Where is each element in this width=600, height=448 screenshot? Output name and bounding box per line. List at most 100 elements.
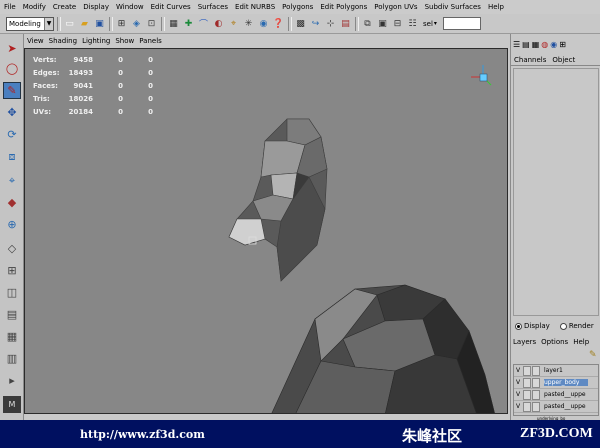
menu-edit-polygons[interactable]: Edit Polygons bbox=[320, 3, 367, 11]
layer-type-toggle[interactable] bbox=[523, 389, 531, 400]
toggle-outliner-icon[interactable]: ◉ bbox=[550, 40, 557, 49]
select-object-icon[interactable]: ◈ bbox=[130, 17, 143, 31]
render-radio[interactable]: Render bbox=[559, 322, 594, 330]
snap-plane-icon[interactable]: ▤ bbox=[339, 17, 352, 31]
history-icon[interactable]: ⧉ bbox=[361, 17, 374, 31]
view-axis-icon[interactable] bbox=[471, 65, 492, 86]
layer-visibility-toggle[interactable]: V bbox=[514, 379, 522, 386]
mask-handles-icon[interactable]: ▦ bbox=[167, 17, 180, 31]
snap-grid-icon[interactable]: ▩ bbox=[294, 17, 307, 31]
mask-dynamics-icon[interactable]: ✳ bbox=[242, 17, 255, 31]
menu-polygon-uvs[interactable]: Polygon UVs bbox=[374, 3, 417, 11]
layer-menu-help[interactable]: Help bbox=[573, 338, 589, 346]
menu-polygons[interactable]: Polygons bbox=[282, 3, 313, 11]
body-mesh[interactable] bbox=[271, 284, 495, 414]
layer-row[interactable]: V upper_body bbox=[514, 377, 598, 389]
mask-surfaces-icon[interactable]: ◐ bbox=[212, 17, 225, 31]
layer-color-swatch[interactable] bbox=[532, 377, 540, 388]
layer-row[interactable]: V pasted__uppe bbox=[514, 401, 598, 413]
render-radio-label: Render bbox=[568, 322, 594, 330]
toggle-attr-editor-icon[interactable]: ☰ bbox=[513, 40, 520, 49]
layer-row[interactable]: V pasted__uppe bbox=[514, 389, 598, 401]
layer-visibility-toggle[interactable]: V bbox=[514, 367, 522, 374]
menu-display[interactable]: Display bbox=[83, 3, 109, 11]
mask-joints-icon[interactable]: ✚ bbox=[182, 17, 195, 31]
menu-file[interactable]: File bbox=[4, 3, 16, 11]
render-frame-icon[interactable]: ▣ bbox=[376, 17, 389, 31]
layer-color-swatch[interactable] bbox=[532, 389, 540, 400]
radio-off-icon bbox=[559, 322, 567, 330]
ipr-render-icon[interactable]: ⊟ bbox=[391, 17, 404, 31]
viewport-menu-show[interactable]: Show bbox=[115, 37, 134, 45]
chevron-down-icon[interactable]: ▾ bbox=[434, 20, 437, 27]
menu-edit-nurbs[interactable]: Edit NURBS bbox=[235, 3, 275, 11]
channel-box[interactable] bbox=[513, 68, 599, 316]
move-tool-icon[interactable]: ✥ bbox=[3, 104, 21, 121]
snap-curve-icon[interactable]: ↪ bbox=[309, 17, 322, 31]
quick-selection-input[interactable] bbox=[442, 17, 481, 30]
viewport-menu-view[interactable]: View bbox=[27, 37, 44, 45]
menu-edit-curves[interactable]: Edit Curves bbox=[151, 3, 191, 11]
viewport-menu-lighting[interactable]: Lighting bbox=[82, 37, 110, 45]
layer-color-swatch[interactable] bbox=[532, 365, 540, 376]
select-component-icon[interactable]: ⊡ bbox=[145, 17, 158, 31]
scene-geometry bbox=[228, 65, 495, 414]
layout-split-icon[interactable]: ◫ bbox=[3, 284, 21, 301]
layout-persp-graph-icon[interactable]: ▤ bbox=[3, 306, 21, 323]
paint-select-tool-icon[interactable]: ✎ bbox=[3, 82, 21, 99]
toggle-layer-editor-icon[interactable]: ◍ bbox=[541, 40, 548, 49]
menu-create[interactable]: Create bbox=[53, 3, 76, 11]
layout-custom-icon[interactable]: ▸ bbox=[3, 372, 21, 389]
layer-row[interactable]: V layer1 bbox=[514, 365, 598, 377]
mode-dropdown[interactable]: Modeling ▼ bbox=[6, 16, 54, 31]
maya-logo-icon: M bbox=[3, 396, 21, 413]
save-scene-icon[interactable]: ▣ bbox=[93, 17, 106, 31]
select-tool-icon[interactable]: ➤ bbox=[3, 40, 21, 57]
layout-single-icon[interactable]: ◇ bbox=[3, 240, 21, 257]
open-scene-icon[interactable]: ▰ bbox=[78, 17, 91, 31]
tab-object[interactable]: Object bbox=[552, 56, 575, 64]
select-hierarchy-icon[interactable]: ⊞ bbox=[115, 17, 128, 31]
layer-menu-layers[interactable]: Layers bbox=[513, 338, 536, 346]
render-globals-icon[interactable]: ☷ bbox=[406, 17, 419, 31]
3d-viewport[interactable]: Verts: 9458 0 0 Edges: 18493 0 0 Faces: … bbox=[24, 48, 508, 414]
layer-visibility-toggle[interactable]: V bbox=[514, 391, 522, 398]
soft-mod-tool-icon[interactable]: ◆ bbox=[3, 194, 21, 211]
layout-outliner-icon[interactable]: ▦ bbox=[3, 328, 21, 345]
lasso-tool-icon[interactable]: ◯ bbox=[3, 60, 21, 77]
snap-point-icon[interactable]: ⊹ bbox=[324, 17, 337, 31]
menu-help[interactable]: Help bbox=[488, 3, 504, 11]
menu-surfaces[interactable]: Surfaces bbox=[198, 3, 228, 11]
layer-type-toggle[interactable] bbox=[523, 377, 531, 388]
head-mesh[interactable] bbox=[228, 118, 328, 282]
mask-deform-icon[interactable]: ⌖ bbox=[227, 17, 240, 31]
viewport-menu-panels[interactable]: Panels bbox=[139, 37, 162, 45]
layer-visibility-toggle[interactable]: V bbox=[514, 403, 522, 410]
show-manipulator-icon[interactable]: ⊕ bbox=[3, 216, 21, 233]
menu-modify[interactable]: Modify bbox=[23, 3, 46, 11]
display-radio[interactable]: Display bbox=[515, 322, 550, 330]
toggle-hypershade-icon[interactable]: ⊞ bbox=[559, 40, 566, 49]
layer-type-toggle[interactable] bbox=[523, 401, 531, 412]
manipulator-tool-icon[interactable]: ⌖ bbox=[3, 172, 21, 189]
rotate-tool-icon[interactable]: ⟳ bbox=[3, 126, 21, 143]
mask-misc-icon[interactable]: ❓ bbox=[272, 17, 285, 31]
new-scene-icon[interactable]: ▭ bbox=[63, 17, 76, 31]
menu-window[interactable]: Window bbox=[116, 3, 144, 11]
scale-tool-icon[interactable]: ⧈ bbox=[3, 148, 21, 165]
menu-subdiv-surfaces[interactable]: Subdiv Surfaces bbox=[425, 3, 481, 11]
layout-hypershade-icon[interactable]: ▥ bbox=[3, 350, 21, 367]
tab-channels[interactable]: Channels bbox=[514, 56, 546, 64]
mask-curves-icon[interactable]: ⌒ bbox=[197, 17, 210, 31]
mask-render-icon[interactable]: ◉ bbox=[257, 17, 270, 31]
layer-menu: Layers Options Help bbox=[513, 336, 599, 348]
toggle-channel-box-icon[interactable]: ▦ bbox=[532, 40, 540, 49]
layout-four-icon[interactable]: ⊞ bbox=[3, 262, 21, 279]
toggle-tool-settings-icon[interactable]: ▤ bbox=[522, 40, 530, 49]
viewport-menu-shading[interactable]: Shading bbox=[49, 37, 77, 45]
layer-menu-options[interactable]: Options bbox=[541, 338, 568, 346]
layer-type-toggle[interactable] bbox=[523, 365, 531, 376]
new-layer-icon[interactable]: ✎ bbox=[589, 350, 597, 360]
layer-color-swatch[interactable] bbox=[532, 401, 540, 412]
radio-on-icon bbox=[515, 322, 522, 330]
